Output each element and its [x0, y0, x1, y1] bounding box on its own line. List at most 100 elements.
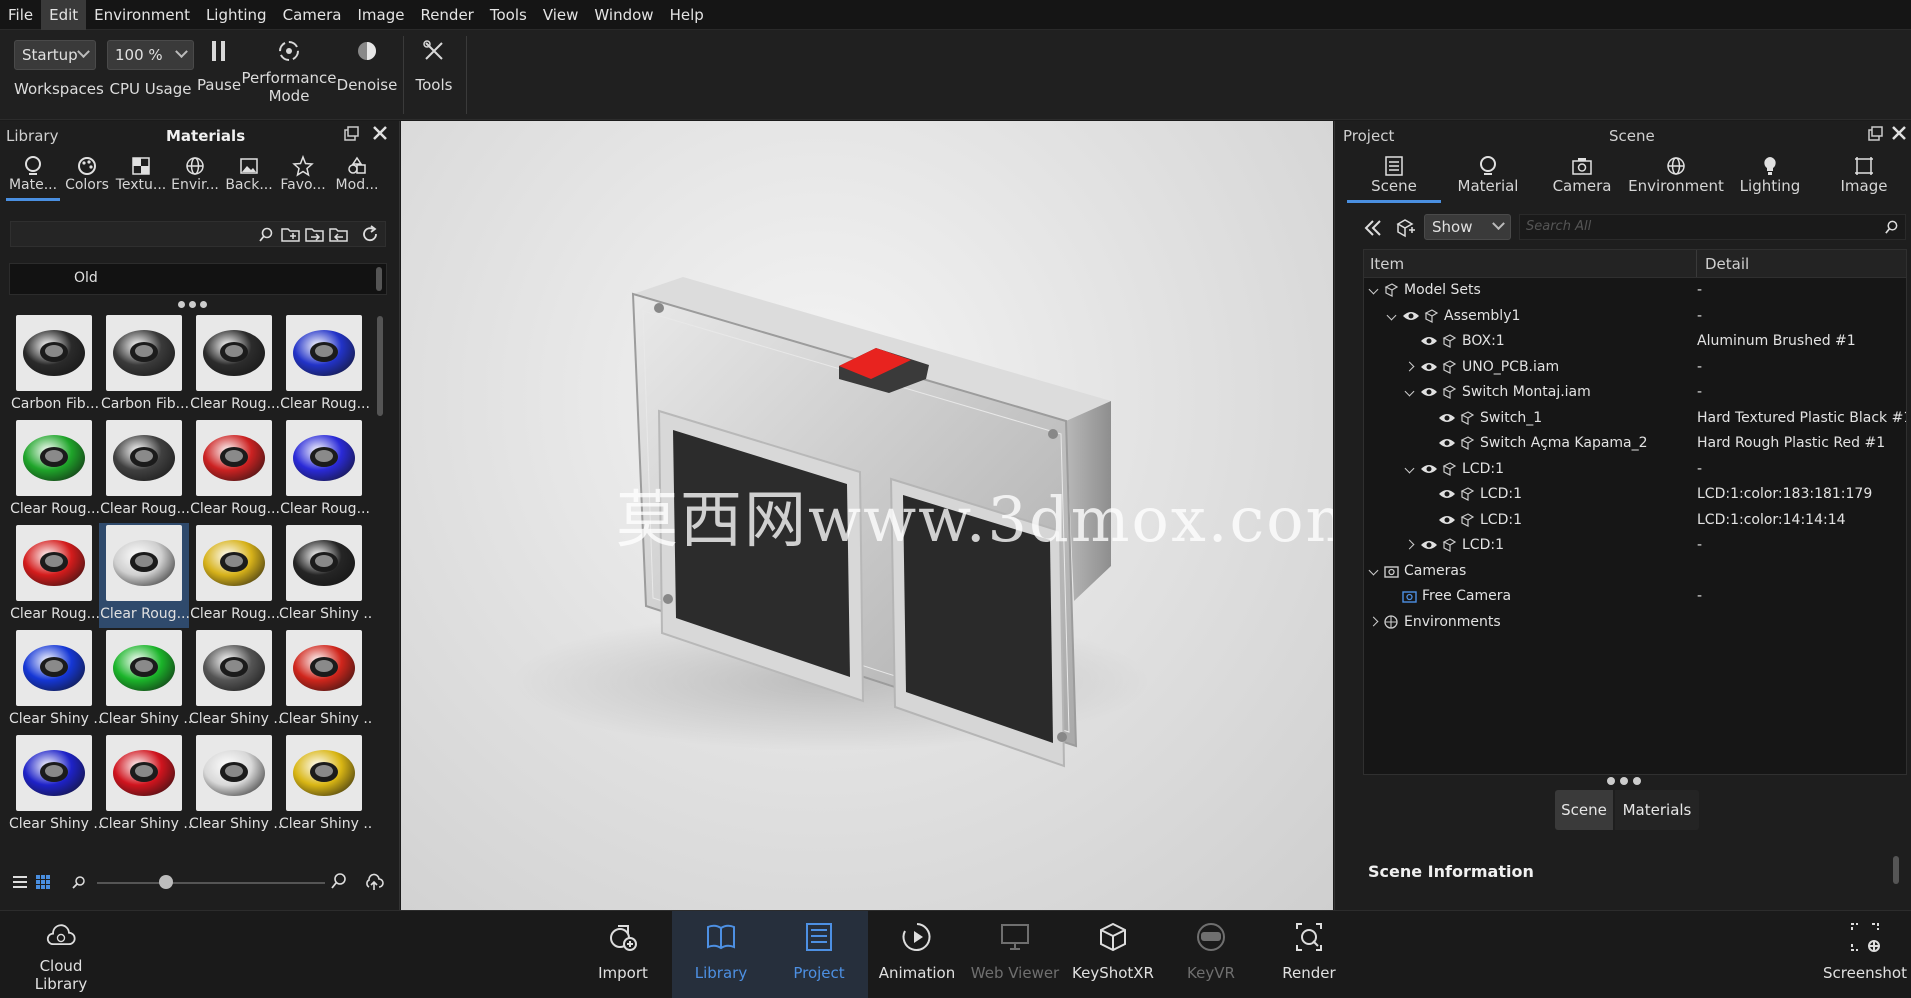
chevron-down-icon[interactable]: [1368, 284, 1379, 295]
import-button[interactable]: Import: [574, 911, 672, 998]
resize-handle[interactable]: [1607, 777, 1641, 785]
close-icon[interactable]: [372, 125, 388, 141]
chevron-down-icon[interactable]: [1404, 463, 1415, 473]
visibility-eye-icon[interactable]: [1420, 463, 1438, 475]
visibility-eye-icon[interactable]: [1438, 488, 1456, 500]
material-thumbnail[interactable]: Carbon Fib...: [99, 313, 189, 418]
model-sets-icon[interactable]: [1394, 218, 1416, 238]
material-thumbnail[interactable]: Clear Roug...: [9, 418, 100, 523]
segment-scene-button[interactable]: Scene: [1555, 790, 1613, 830]
scene-tree-row[interactable]: BOX:1 Aluminum Brushed #1: [1364, 329, 1906, 354]
column-detail-header[interactable]: Detail: [1697, 250, 1757, 277]
menu-edit[interactable]: Edit: [41, 0, 87, 30]
search-icon[interactable]: [1884, 220, 1899, 235]
material-thumbnail[interactable]: Clear Shiny ...: [9, 628, 101, 733]
visibility-eye-icon[interactable]: [1420, 386, 1438, 398]
project-button[interactable]: Project: [770, 911, 868, 998]
folder-scrollbar[interactable]: [376, 267, 382, 291]
material-thumbnail[interactable]: Clear Shiny ...: [279, 733, 371, 838]
material-thumbnail[interactable]: Clear Shiny ...: [189, 628, 281, 733]
scene-tree-row[interactable]: Free Camera -: [1364, 584, 1906, 609]
folder-item-old[interactable]: Old: [74, 270, 98, 286]
tab-environments[interactable]: Envir...: [168, 149, 222, 201]
scene-tree-row[interactable]: LCD:1 -: [1364, 457, 1906, 482]
render-viewport[interactable]: 莫西网www.3dmox.com: [401, 121, 1333, 910]
chevron-down-icon[interactable]: [1386, 310, 1397, 320]
scene-tree-row[interactable]: Environments: [1364, 610, 1906, 635]
chevron-right-icon[interactable]: [1404, 539, 1415, 550]
menu-help[interactable]: Help: [662, 0, 712, 30]
tab-camera[interactable]: Camera: [1535, 149, 1629, 203]
chevron-down-icon[interactable]: [1368, 565, 1379, 575]
scene-search-input[interactable]: Search All: [1519, 214, 1906, 240]
pause-button[interactable]: Pause: [196, 30, 242, 120]
cpu-usage-select[interactable]: 100 %: [107, 40, 194, 70]
material-thumbnail[interactable]: Clear Roug...: [189, 313, 280, 418]
zoom-in-icon[interactable]: [331, 873, 347, 889]
library-button[interactable]: Library: [672, 911, 770, 998]
chevron-down-icon[interactable]: [1404, 386, 1415, 397]
animation-button[interactable]: Animation: [868, 911, 966, 998]
screenshot-button[interactable]: Screenshot: [1819, 911, 1911, 998]
visibility-eye-icon[interactable]: [1420, 361, 1438, 373]
material-thumbnail[interactable]: Clear Roug...: [279, 418, 370, 523]
collapse-left-icon[interactable]: [1363, 219, 1383, 237]
scene-tree-row[interactable]: Switch Montaj.iam -: [1364, 380, 1906, 405]
visibility-eye-icon[interactable]: [1420, 539, 1438, 551]
resize-handle[interactable]: [178, 301, 207, 308]
search-icon[interactable]: [258, 227, 274, 243]
material-thumbnail[interactable]: Clear Shiny ...: [279, 523, 371, 628]
material-thumbnail[interactable]: Clear Roug...: [9, 523, 100, 628]
tab-materials[interactable]: Mate...: [6, 149, 60, 201]
add-folder-icon[interactable]: [281, 225, 301, 243]
popout-icon[interactable]: [343, 126, 359, 142]
visibility-eye-icon[interactable]: [1402, 310, 1420, 322]
segment-materials-button[interactable]: Materials: [1615, 790, 1699, 830]
chevron-right-icon[interactable]: [1404, 361, 1415, 371]
tab-image[interactable]: Image: [1817, 149, 1911, 203]
properties-scrollbar[interactable]: [1893, 856, 1899, 884]
scene-tree-row[interactable]: Switch_1 Hard Textured Plastic Black #1: [1364, 406, 1906, 431]
material-thumbnail[interactable]: Clear Roug...: [99, 418, 190, 523]
refresh-icon[interactable]: [361, 225, 379, 243]
menu-view[interactable]: View: [535, 0, 587, 30]
list-view-icon[interactable]: [12, 874, 28, 890]
menu-file[interactable]: File: [0, 0, 41, 30]
keyvr-button[interactable]: KeyVR: [1162, 911, 1260, 998]
keyshotxr-button[interactable]: KeyShotXR: [1064, 911, 1162, 998]
import-folder-icon[interactable]: [305, 225, 325, 243]
cloud-upload-icon[interactable]: [364, 872, 384, 892]
tab-material[interactable]: Material: [1441, 149, 1535, 203]
menu-camera[interactable]: Camera: [275, 0, 350, 30]
materials-scrollbar[interactable]: [377, 316, 383, 416]
scene-tree-row[interactable]: LCD:1 LCD:1:color:14:14:14: [1364, 508, 1906, 533]
menu-window[interactable]: Window: [586, 0, 661, 30]
visibility-eye-icon[interactable]: [1438, 412, 1456, 424]
render-button[interactable]: Render: [1260, 911, 1358, 998]
popout-icon[interactable]: [1867, 126, 1883, 142]
scene-tree-row[interactable]: Switch Açma Kapama_2 Hard Rough Plastic R…: [1364, 431, 1906, 456]
material-thumbnail[interactable]: Clear Shiny ...: [99, 628, 191, 733]
slider-handle[interactable]: [159, 875, 173, 889]
scene-tree-row[interactable]: UNO_PCB.iam -: [1364, 355, 1906, 380]
export-folder-icon[interactable]: [329, 225, 349, 243]
scene-tree-row[interactable]: Model Sets -: [1364, 278, 1906, 303]
tab-environment[interactable]: Environment: [1628, 149, 1724, 203]
web-viewer-button[interactable]: Web Viewer: [966, 911, 1064, 998]
menu-lighting[interactable]: Lighting: [198, 0, 275, 30]
thumbnail-size-slider[interactable]: [97, 882, 325, 884]
material-thumbnail[interactable]: Clear Roug...: [99, 523, 190, 628]
performance-mode-button[interactable]: Performance Mode: [241, 30, 337, 120]
material-thumbnail[interactable]: Clear Shiny ...: [99, 733, 191, 838]
scene-information-heading[interactable]: Scene Information: [1368, 862, 1534, 881]
scene-tree-row[interactable]: LCD:1 -: [1364, 533, 1906, 558]
denoise-button[interactable]: Denoise: [336, 30, 398, 120]
material-thumbnail[interactable]: Clear Shiny ...: [279, 628, 371, 733]
menu-tools[interactable]: Tools: [482, 0, 535, 30]
column-item-header[interactable]: Item: [1364, 250, 1697, 277]
material-thumbnail[interactable]: Clear Shiny ...: [189, 733, 281, 838]
tab-scene[interactable]: Scene: [1347, 149, 1441, 203]
scene-tree-row[interactable]: Assembly1 -: [1364, 304, 1906, 329]
scene-tree-row[interactable]: Cameras: [1364, 559, 1906, 584]
tab-backplates[interactable]: Back...: [222, 149, 276, 201]
